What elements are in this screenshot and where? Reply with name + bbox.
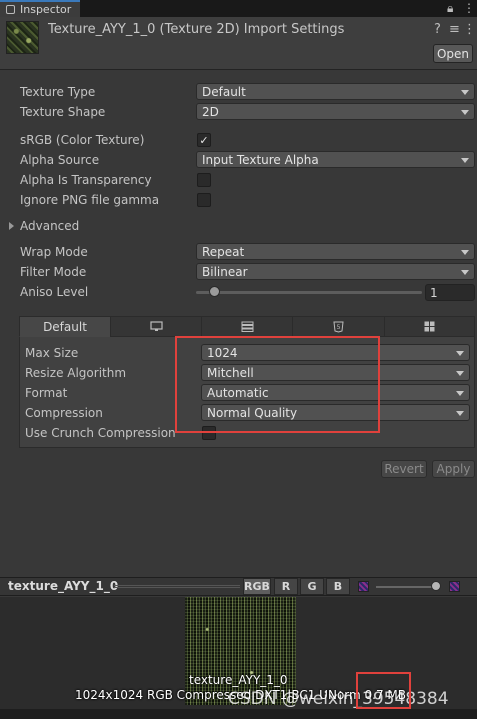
mip-level-slider-track[interactable] [376, 586, 438, 588]
use-crunch-label: Use Crunch Compression [25, 426, 176, 440]
mip-level-slider-handle[interactable] [431, 581, 441, 591]
html5-icon: 5 [333, 321, 344, 333]
alpha-source-dropdown[interactable]: Input Texture Alpha [196, 151, 475, 168]
help-icon[interactable]: ? [434, 22, 441, 37]
aniso-level-input[interactable]: 1 [425, 284, 475, 301]
foldout-arrow-icon[interactable] [9, 222, 14, 230]
chevron-down-icon [461, 110, 469, 115]
preset-icon[interactable]: ≡ [449, 22, 460, 37]
texture-type-label: Texture Type [20, 85, 96, 99]
texture-type-dropdown[interactable]: Default [196, 83, 475, 100]
advanced-foldout-label[interactable]: Advanced [20, 219, 79, 233]
bottom-status-bar [0, 709, 477, 719]
preview-title: texture_AYY_1_0 [8, 579, 119, 593]
tab-windows-store[interactable] [384, 316, 475, 337]
srgb-label: sRGB (Color Texture) [20, 133, 145, 147]
chevron-down-icon [461, 158, 469, 163]
max-size-label: Max Size [25, 346, 79, 360]
asset-title: Texture_AYY_1_0 (Texture 2D) Import Sett… [48, 22, 345, 37]
mip-large-icon [449, 581, 460, 592]
texture-thumbnail [6, 21, 39, 54]
texture-shape-label: Texture Shape [20, 105, 106, 119]
alpha-source-label: Alpha Source [20, 153, 100, 167]
inspector-tab[interactable]: Inspector [0, 0, 80, 17]
filter-mode-value: Bilinear [202, 264, 248, 279]
channel-r-button[interactable]: R [274, 578, 298, 595]
filter-mode-dropdown[interactable]: Bilinear [196, 263, 475, 280]
channel-g-button[interactable]: G [300, 578, 324, 595]
ignore-png-gamma-checkbox[interactable] [197, 193, 211, 207]
filter-mode-label: Filter Mode [20, 265, 87, 279]
format-label: Format [25, 386, 68, 400]
revert-button[interactable]: Revert [381, 460, 427, 478]
inspector-icon [6, 5, 15, 14]
kebab-menu-icon[interactable]: ⋮ [463, 1, 475, 15]
kebab-menu-icon[interactable]: ⋮ [463, 22, 476, 37]
svg-text:5: 5 [337, 324, 341, 331]
tab-webgl[interactable]: 5 [292, 316, 385, 337]
monitor-icon [149, 321, 163, 331]
srgb-checkbox[interactable]: ✓ [197, 133, 211, 147]
chevron-down-icon [461, 90, 469, 95]
channel-rgb-button[interactable]: RGB [243, 578, 271, 595]
tab-dedicated-server[interactable] [201, 316, 293, 337]
chevron-down-icon [461, 270, 469, 275]
lock-icon[interactable]: 🔒︎ [447, 1, 453, 16]
alpha-is-transparency-checkbox[interactable] [197, 173, 211, 187]
aniso-level-slider-handle[interactable] [209, 286, 220, 297]
highlight-box [356, 672, 411, 709]
inspector-tab-label: Inspector [20, 3, 72, 16]
chevron-down-icon [456, 411, 464, 416]
chevron-down-icon [456, 371, 464, 376]
chevron-down-icon [461, 250, 469, 255]
tab-default[interactable]: Default [19, 316, 111, 337]
wrap-mode-value: Repeat [202, 244, 245, 259]
mip-small-icon [358, 581, 369, 592]
alpha-source-value: Input Texture Alpha [202, 152, 319, 167]
preview-drag-handle[interactable] [114, 585, 240, 588]
apply-button[interactable]: Apply [432, 460, 475, 478]
alpha-is-transparency-label: Alpha Is Transparency [20, 173, 152, 187]
tab-default-label: Default [43, 319, 87, 334]
wrap-mode-dropdown[interactable]: Repeat [196, 243, 475, 260]
highlight-box [175, 336, 380, 433]
texture-shape-dropdown[interactable]: 2D [196, 103, 475, 120]
ignore-png-gamma-label: Ignore PNG file gamma [20, 193, 160, 207]
wrap-mode-label: Wrap Mode [20, 245, 88, 259]
preview-caption-name: texture_AYY_1_0 [189, 673, 288, 687]
tab-standalone[interactable] [110, 316, 202, 337]
channel-b-button[interactable]: B [326, 578, 350, 595]
aniso-level-slider-track[interactable] [196, 291, 422, 294]
chevron-down-icon [456, 391, 464, 396]
compression-label: Compression [25, 406, 103, 420]
checkmark-icon: ✓ [199, 133, 209, 147]
texture-type-value: Default [202, 84, 246, 99]
texture-shape-value: 2D [202, 104, 219, 119]
open-button[interactable]: Open [433, 44, 473, 63]
server-icon [241, 321, 253, 332]
watermark-text: CSDN @weixin_39548384 [228, 689, 449, 709]
resize-algorithm-label: Resize Algorithm [25, 366, 127, 380]
aniso-level-label: Aniso Level [20, 285, 89, 299]
chevron-down-icon [456, 351, 464, 356]
windows-icon [424, 321, 435, 332]
